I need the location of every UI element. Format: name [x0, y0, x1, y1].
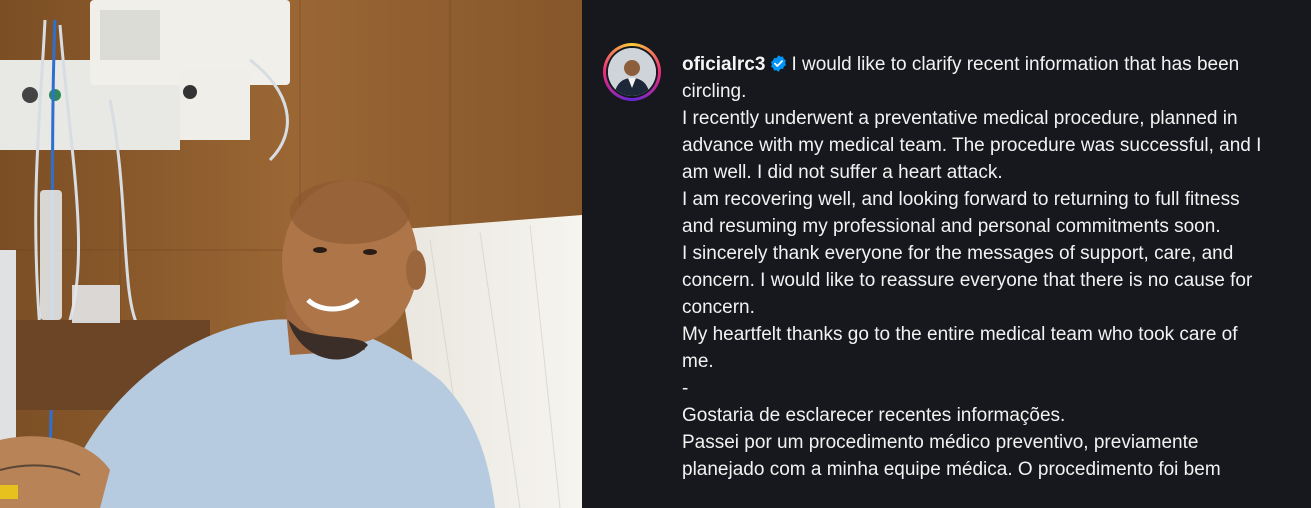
caption-line: concern. — [682, 297, 755, 318]
caption-line: me. — [682, 351, 714, 372]
caption-line: I sincerely thank everyone for the messa… — [682, 243, 1234, 264]
caption-line: and resuming my professional and persona… — [682, 216, 1221, 237]
caption-header: oficialrc3 I would like to clarify recent… — [682, 51, 1311, 78]
caption-line: I recently underwent a preventative medi… — [682, 108, 1238, 129]
caption-line: My heartfelt thanks go to the entire med… — [682, 324, 1238, 345]
hospital-patient-photo — [0, 0, 582, 508]
caption-line: am well. I did not suffer a heart attack… — [682, 162, 1003, 183]
caption-line: I am recovering well, and looking forwar… — [682, 189, 1240, 210]
caption-line: Passei por um procedimento médico preven… — [682, 432, 1199, 453]
caption-line: circling. — [682, 81, 747, 102]
story-ring[interactable] — [603, 43, 661, 101]
caption-line: advance with my medical team. The proced… — [682, 135, 1262, 156]
avatar[interactable] — [608, 48, 656, 96]
caption-line: Gostaria de esclarecer recentes informaç… — [682, 405, 1066, 426]
post-photo[interactable] — [0, 0, 582, 508]
caption-panel: oficialrc3 I would like to clarify recent… — [582, 0, 1311, 508]
verified-badge-icon — [769, 54, 788, 73]
avatar-image — [608, 48, 656, 96]
caption-line: - — [682, 378, 689, 399]
caption-line: concern. I would like to reassure everyo… — [682, 270, 1253, 291]
caption-line: planejado com a minha equipe médica. O p… — [682, 459, 1221, 480]
caption-text: oficialrc3 I would like to clarify recent… — [682, 51, 1311, 483]
username-link[interactable]: oficialrc3 — [682, 54, 765, 75]
caption-line: I would like to clarify recent informati… — [791, 54, 1240, 75]
